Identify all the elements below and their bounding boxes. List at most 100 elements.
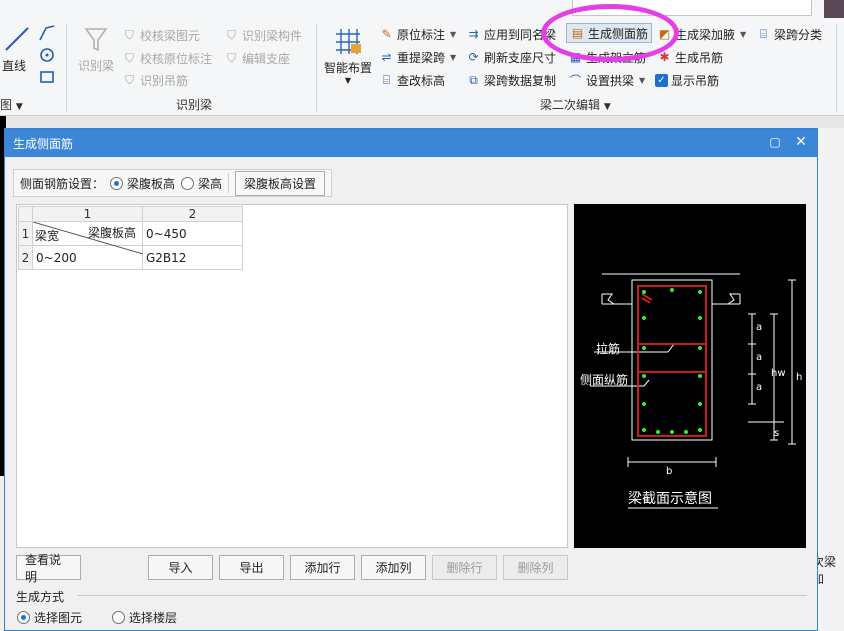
rect-tool-icon[interactable] bbox=[38, 68, 56, 86]
gen-hanger-button[interactable]: ✱ 生成吊筋 bbox=[657, 47, 723, 67]
corner-header-cell[interactable]: 梁腹板高 梁宽 bbox=[32, 221, 143, 254]
re-extract-span-icon: ⇌ bbox=[381, 50, 392, 64]
re-extract-span-button[interactable]: ⇌ 重提梁跨 ▼ bbox=[379, 47, 456, 67]
copy-span-data-button[interactable]: ⧉ 梁跨数据复制 bbox=[466, 70, 556, 90]
rebar-table[interactable]: 1 2 1 梁腹板高 梁宽 0~450 2 0~200 G2B12 bbox=[18, 206, 243, 270]
line-icon bbox=[5, 27, 29, 51]
gen-side-rebar-dialog: 生成侧面筋 ▢ ✕ 侧面钢筋设置： 梁腹板高 梁高 梁腹板高设置 1 2 1 梁… bbox=[4, 128, 818, 631]
radio-unselected-icon bbox=[112, 611, 126, 624]
edit-support-button[interactable]: ⛉ 编辑支座 bbox=[224, 48, 290, 68]
dialog-button-row: 查看说明 导入 导出 添加行 添加列 删除行 删除列 bbox=[5, 553, 817, 584]
row-header-2[interactable]: 2 bbox=[18, 245, 33, 270]
radio-select-element[interactable]: 选择图元 bbox=[17, 609, 82, 626]
radio-beam-height[interactable]: 梁高 bbox=[181, 175, 222, 192]
check-beam-element-button[interactable]: ⛉ 校核梁图元 bbox=[122, 25, 200, 45]
side-rebar-setting-row: 侧面钢筋设置： 梁腹板高 梁高 梁腹板高设置 bbox=[13, 169, 333, 197]
chevron-down-icon: ▼ bbox=[639, 75, 646, 85]
dim-a-3: a bbox=[756, 382, 763, 393]
chevron-down-icon: ▼ bbox=[450, 29, 457, 39]
line-tool-label: 直线 bbox=[2, 59, 27, 73]
smart-layout-button[interactable]: 智能布置 ▼ bbox=[322, 26, 374, 85]
add-col-button[interactable]: 添加列 bbox=[361, 555, 426, 580]
smart-layout-icon bbox=[336, 29, 361, 54]
row-header-1[interactable]: 1 bbox=[18, 221, 33, 246]
table-cell[interactable]: G2B12 bbox=[142, 245, 243, 270]
corner-bottom-label: 梁宽 bbox=[35, 229, 60, 243]
tie-bar-label: 拉筋 bbox=[596, 342, 621, 356]
identify-member-icon: ⛉ bbox=[226, 27, 236, 42]
funnel-icon bbox=[84, 28, 108, 52]
avatar[interactable] bbox=[824, 0, 844, 18]
beam-span-class-button[interactable]: ⌸ 梁跨分类 bbox=[756, 24, 822, 44]
chevron-down-icon: ▼ bbox=[344, 76, 352, 85]
check-beam-icon: ⛉ bbox=[124, 27, 134, 42]
identify-beam-button[interactable]: 识别梁 bbox=[74, 26, 118, 74]
check-origin-icon: ⛉ bbox=[124, 50, 134, 65]
chevron-down-icon: ▼ bbox=[740, 29, 747, 39]
col-header-2[interactable]: 2 bbox=[142, 206, 243, 222]
radio-unselected-icon bbox=[181, 176, 195, 190]
divider bbox=[77, 595, 807, 596]
diagram-caption: 梁截面示意图 bbox=[628, 491, 712, 507]
gen-method-label: 生成方式 bbox=[16, 590, 65, 604]
chevron-down-icon: ▼ bbox=[603, 102, 611, 112]
smart-layout-label: 智能布置 bbox=[323, 61, 372, 75]
view-help-button[interactable]: 查看说明 bbox=[16, 553, 81, 584]
ribbon: 直线 图 ▼ 识别梁 ⛉ 校核梁图元 ⛉ 识别梁构件 ⛉ 校核原位标注 ⛉ 编辑支座 ⛉… bbox=[0, 0, 844, 116]
radio-selected-icon bbox=[17, 611, 30, 624]
check-origin-mark-button[interactable]: ⛉ 校核原位标注 bbox=[122, 48, 212, 68]
identify-hanger-icon: ⛉ bbox=[124, 72, 134, 87]
origin-mark-button[interactable]: ✎ 原位标注 ▼ bbox=[379, 24, 456, 44]
check-elevation-button[interactable]: ⌸ 查改标高 bbox=[379, 70, 445, 90]
copy-span-data-icon: ⧉ bbox=[469, 72, 478, 87]
polyline-icon[interactable] bbox=[38, 24, 56, 42]
import-button[interactable]: 导入 bbox=[148, 555, 213, 580]
radio-web-height[interactable]: 梁腹板高 bbox=[110, 175, 175, 192]
apply-same-name-icon: ⇉ bbox=[468, 27, 479, 41]
edit-support-icon: ⛉ bbox=[226, 50, 236, 65]
export-button[interactable]: 导出 bbox=[219, 555, 284, 580]
add-row-button[interactable]: 添加行 bbox=[290, 555, 355, 580]
circle-tool-icon[interactable] bbox=[38, 46, 56, 64]
secondary-edit-group-label[interactable]: 梁二次编辑 ▼ bbox=[540, 96, 611, 113]
dim-hw: hw bbox=[771, 368, 786, 379]
delete-row-button[interactable]: 删除行 bbox=[432, 555, 497, 580]
checkbox-checked-icon: ✓ bbox=[655, 73, 668, 87]
refresh-support-button[interactable]: ⟳ 刷新支座尺寸 bbox=[466, 47, 556, 67]
dim-a-1: a bbox=[756, 322, 763, 333]
table-cell[interactable]: 0~450 bbox=[142, 221, 243, 246]
dim-b: b bbox=[666, 466, 673, 477]
identify-beam-group-label: 识别梁 bbox=[176, 98, 213, 112]
show-hanger-checkbox[interactable]: ✓ 显示吊筋 bbox=[655, 70, 719, 90]
draw-group-label[interactable]: 图 ▼ bbox=[0, 96, 23, 113]
chevron-down-icon: ▼ bbox=[450, 52, 457, 62]
dim-s: s bbox=[774, 428, 780, 439]
side-rebar-setting-label: 侧面钢筋设置： bbox=[20, 176, 105, 191]
refresh-support-icon: ⟳ bbox=[468, 50, 479, 64]
beam-span-class-icon: ⌸ bbox=[759, 26, 768, 41]
dialog-title: 生成侧面筋 bbox=[13, 136, 74, 151]
corner-top-label: 梁腹板高 bbox=[87, 226, 136, 240]
maximize-icon[interactable]: ▢ bbox=[767, 135, 783, 149]
dim-h: h bbox=[796, 372, 803, 383]
origin-mark-icon: ✎ bbox=[381, 27, 392, 41]
web-height-setting-button[interactable]: 梁腹板高设置 bbox=[235, 170, 326, 196]
dialog-title-bar[interactable]: 生成侧面筋 ▢ ✕ bbox=[5, 129, 817, 157]
delete-col-button[interactable]: 删除列 bbox=[503, 555, 568, 580]
gen-method-options: 选择图元 选择楼层 bbox=[17, 609, 177, 626]
identify-beam-member-button[interactable]: ⛉ 识别梁构件 bbox=[224, 25, 302, 45]
beam-section-diagram: 拉筋 侧面纵筋 a a a hw h s b 梁截面示意图 bbox=[574, 204, 806, 548]
arch-icon: ⌒ bbox=[569, 73, 582, 88]
close-icon[interactable]: ✕ bbox=[793, 134, 809, 150]
chevron-down-icon: ▼ bbox=[15, 102, 23, 112]
set-arch-button[interactable]: ⌒ 设置拱梁 ▼ bbox=[568, 70, 645, 90]
col-header-1[interactable]: 1 bbox=[32, 206, 143, 222]
line-tool-button[interactable]: 直线 bbox=[2, 24, 32, 76]
radio-select-floor[interactable]: 选择楼层 bbox=[112, 609, 177, 626]
identify-beam-label: 识别梁 bbox=[77, 59, 114, 73]
rebar-table-area[interactable]: 1 2 1 梁腹板高 梁宽 0~450 2 0~200 G2B12 bbox=[16, 204, 568, 548]
identify-hanger-button[interactable]: ⛉ 识别吊筋 bbox=[122, 70, 188, 90]
check-elevation-icon: ⌸ bbox=[382, 72, 391, 87]
radio-selected-icon bbox=[110, 176, 124, 190]
dim-a-2: a bbox=[756, 352, 763, 363]
